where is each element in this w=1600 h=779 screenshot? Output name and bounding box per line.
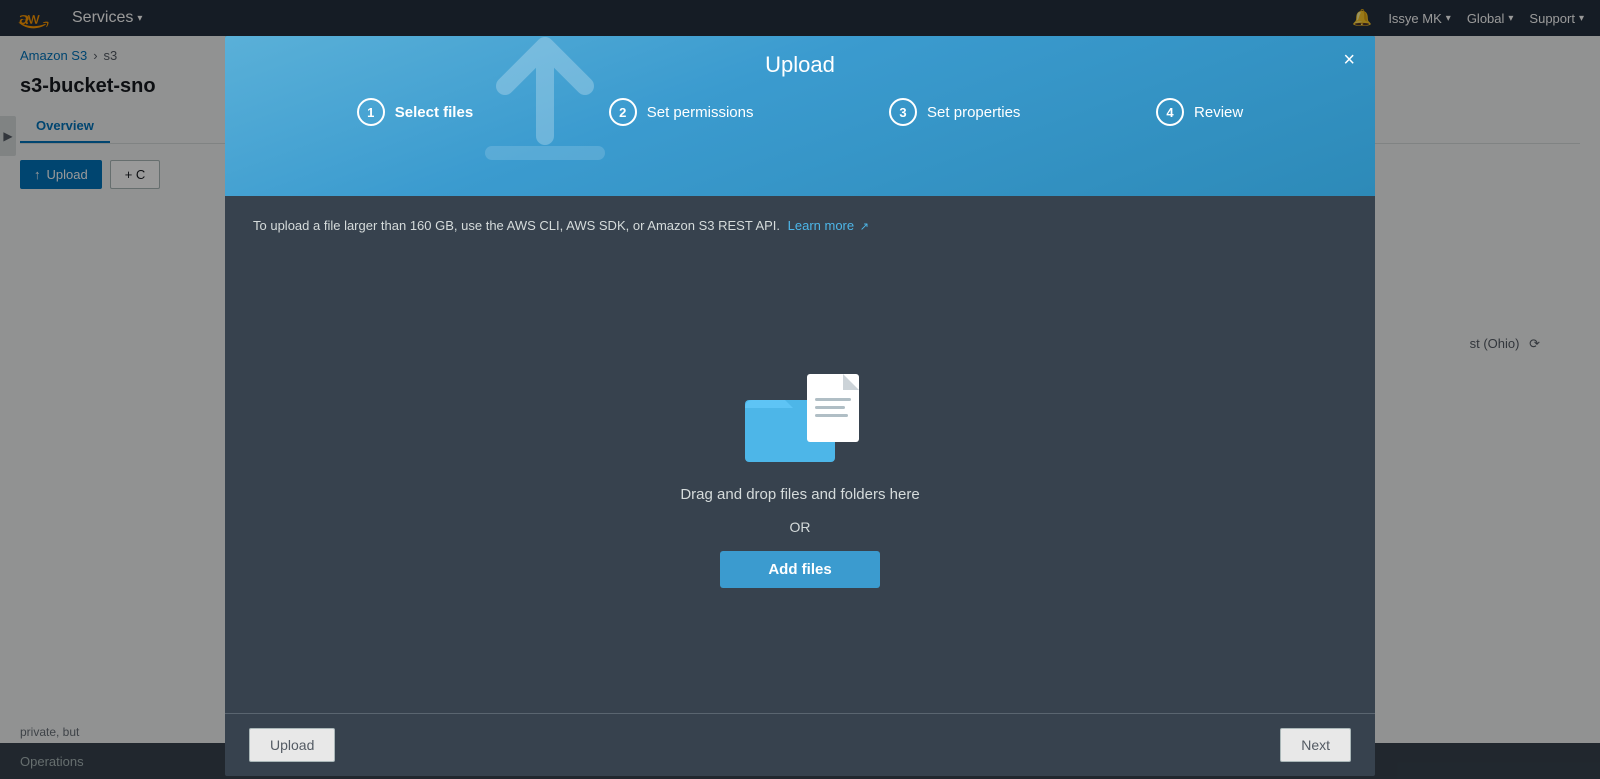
learn-more-link[interactable]: Learn more ↗ [788,218,869,233]
steps-bar: 1 Select files 2 Set permissions 3 Set p… [249,98,1351,140]
modal-title: Upload [249,52,1351,78]
or-text: OR [790,519,811,535]
drop-zone[interactable]: Drag and drop files and folders here OR … [253,256,1347,694]
drag-drop-text: Drag and drop files and folders here [680,486,919,503]
header-bg-upload-icon [455,26,635,181]
info-text: To upload a file larger than 160 GB, use… [253,218,780,233]
modal-footer: Upload Next [225,713,1375,776]
step-4-circle: 4 [1156,98,1184,126]
file-folder-icon [735,360,865,470]
upload-modal: Upload × 1 Select files 2 Set permission… [225,36,1375,776]
footer-upload-button[interactable]: Upload [249,728,335,762]
step-3-label: Set properties [927,104,1020,121]
close-button[interactable]: × [1343,50,1355,70]
step-2-label: Set permissions [647,104,754,121]
add-files-button[interactable]: Add files [720,551,880,588]
step-1-circle: 1 [357,98,385,126]
step-3-circle: 3 [889,98,917,126]
modal-header: Upload × 1 Select files 2 Set permission… [225,36,1375,196]
external-link-icon: ↗ [860,221,869,233]
step-4[interactable]: 4 Review [1156,98,1243,140]
footer-next-button[interactable]: Next [1280,728,1351,762]
step-4-label: Review [1194,104,1243,121]
step-3[interactable]: 3 Set properties [889,98,1020,140]
info-bar: To upload a file larger than 160 GB, use… [253,216,1347,236]
modal-body: To upload a file larger than 160 GB, use… [225,196,1375,713]
